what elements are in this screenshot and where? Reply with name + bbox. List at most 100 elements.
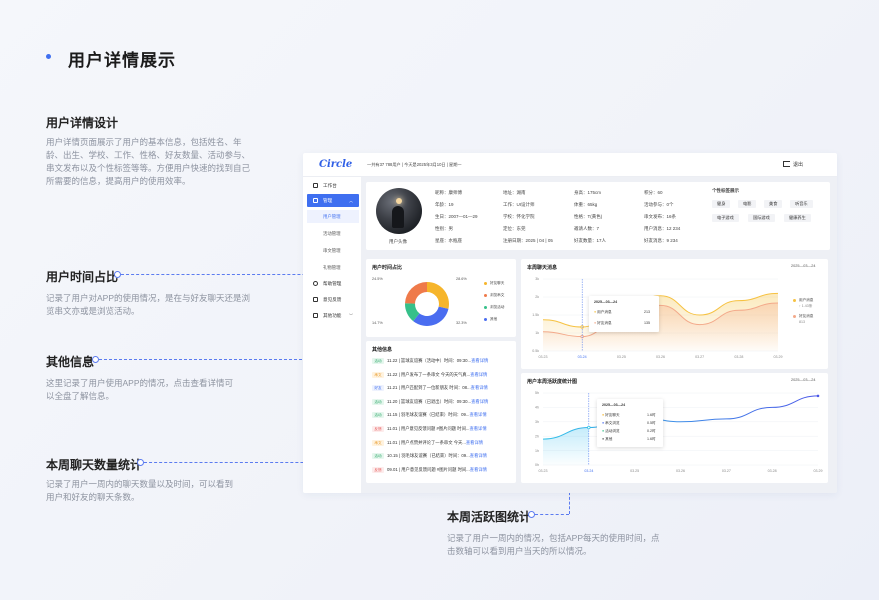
view-detail-link[interactable]: 查看详情	[470, 372, 487, 377]
app-window: Circle 一共有37 788用户 | 今天是2025年3月10日 | 星期一…	[303, 153, 837, 493]
date-select[interactable]: 2025—03—24	[791, 378, 816, 382]
view-detail-link[interactable]: 查看详情	[469, 412, 486, 417]
x-tick-label: 03.24	[584, 469, 593, 473]
field-address: 地址：湖南	[503, 190, 526, 195]
field-school: 学校：怀化学院	[503, 214, 535, 219]
status-badge: 串文	[372, 439, 384, 446]
legend-dot	[484, 306, 487, 309]
annotation-title-time-ratio: 用户时间占比	[46, 270, 119, 284]
logout-button[interactable]: 退出	[793, 161, 803, 168]
top-bar: Circle 一共有37 788用户 | 今天是2025年3月10日 | 星期一…	[303, 153, 837, 177]
status-badge: 反馈	[372, 426, 384, 432]
nav-feedback[interactable]: 意见反馈	[307, 293, 359, 306]
field-gender: 性别：男	[435, 226, 453, 231]
y-tick-label: 2h	[535, 434, 539, 438]
data-point[interactable]	[587, 425, 591, 430]
legend-label: 好友聊天	[490, 281, 505, 285]
chevron-down-icon: ﹀	[349, 313, 353, 318]
avatar	[376, 188, 422, 234]
list-item: 活动 11.15 | 羽毛球友谊赛（已结束）时间：09...查看详情	[372, 412, 487, 420]
annotation-title-chat: 本周聊天数量统计	[46, 458, 143, 472]
y-tick-label: 2k	[535, 295, 539, 299]
x-tick-label: 03.23	[539, 355, 548, 359]
tooltip-label: ● 好友聊天	[602, 413, 620, 417]
annotation-desc-time-ratio: 记录了用户对APP的使用情况，是在与好友聊天还是浏览串文亦或是浏览活动。	[46, 293, 251, 316]
view-detail-link[interactable]: 查看详情	[466, 440, 483, 445]
field-activity: 活动参与：0个	[644, 202, 674, 207]
y-tick-label: 1.5k	[532, 313, 539, 317]
connector-ring	[92, 356, 99, 363]
subnav-user[interactable]: 用户管理	[307, 210, 359, 223]
list-item-text: 09.01 | 用户意见反馈问题 #图片问题 时间...	[387, 466, 470, 472]
annotation-desc-other: 这里记录了用户使用APP的情况，点击查看详情可以全盘了解信息。	[46, 378, 234, 401]
pie-slice-其他[interactable]	[405, 282, 427, 304]
avatar-label: 用户头像	[389, 239, 407, 244]
tooltip-value: 0.5时	[647, 421, 656, 425]
nav-manage[interactable]: 管理 ︿	[307, 194, 359, 207]
chevron-up-icon: ︿	[349, 198, 353, 203]
nav-other[interactable]: 其他功能 ﹀	[307, 309, 359, 322]
list-item: 串文 11.22 | 用户发布了一条串文 今天的天气真...查看详情	[372, 371, 487, 380]
x-tick-label: 03.24	[578, 355, 587, 359]
subnav-post[interactable]: 串文管理	[307, 244, 359, 257]
time-ratio-title: 用户时间占比	[372, 265, 403, 271]
list-item-text: 11.22 | 用户发布了一条串文 今天的天气真...	[387, 371, 471, 377]
x-tick-label: 03.25	[630, 469, 639, 473]
list-item: 好友 11.21 | 用户匹配到了一位新朋友 时间：08...查看详情	[372, 385, 488, 393]
view-detail-link[interactable]: 查看详情	[471, 358, 488, 363]
nav-label: 其他功能	[323, 313, 342, 318]
active-tooltip: 2025—03—24 ● 好友聊天 1.6时 ● 串文浏览 0.5时 ● 活动浏…	[597, 399, 663, 447]
list-item-text: 11.20 | 篮球友谊赛（已退出）时间：09:30...	[387, 398, 472, 404]
field-zodiac: 星座：水瓶座	[435, 238, 462, 243]
view-detail-link[interactable]: 查看详情	[470, 453, 487, 458]
list-item: 活动 11.20 | 篮球友谊赛（已退出）时间：09:30...查看详情	[372, 398, 488, 407]
donut-chart	[405, 282, 449, 326]
tag-item: 健康养生	[784, 214, 811, 222]
tooltip-value: 213	[644, 310, 650, 314]
annotation-title-other: 其他信息	[46, 355, 95, 369]
x-tick-label: 03.26	[676, 469, 685, 473]
x-tick-label: 03.27	[695, 355, 704, 359]
tag-item: 美食	[764, 200, 783, 208]
tooltip-label: ● 串文浏览	[602, 421, 620, 425]
subnav-gift[interactable]: 礼物管理	[307, 261, 359, 274]
y-tick-label: 3h	[535, 420, 539, 424]
time-ratio-card: 用户时间占比 24.5% 28.6% 14.7% 32.3% 好友聊天 浏览串文…	[366, 259, 516, 337]
legend-dot	[484, 282, 487, 285]
list-item-text: 11.21 | 用户匹配到了一位新朋友 时间：08...	[387, 385, 471, 391]
legend-label: 浏览串文	[490, 293, 505, 297]
x-tick-label: 03.28	[768, 469, 777, 473]
pct-label: 24.5%	[372, 277, 383, 281]
connector-ring	[528, 511, 535, 518]
tooltip-value: 135	[644, 321, 650, 325]
subnav-activity[interactable]: 活动管理	[307, 227, 359, 240]
pie-slice-好友聊天[interactable]	[427, 282, 449, 309]
nav-workbench[interactable]: 工作台	[307, 179, 359, 192]
field-height: 身高：175cm	[574, 190, 602, 195]
chat-chart-title: 本周聊天消息	[527, 265, 558, 271]
x-tick-label: 03.23	[539, 469, 548, 473]
active-line-chart: 5h 4h 3h 2h 1h 0h03.23 03.24 03.25 03.26 03.27 03.…	[535, 391, 823, 473]
tooltip-date: 2025—03—24	[602, 403, 626, 407]
avatar-light	[396, 198, 402, 204]
tooltip-label: ● 用户消息	[594, 310, 612, 314]
nav-help[interactable]: 帮助管理	[307, 277, 359, 290]
tag-item: 听音乐	[790, 200, 813, 208]
view-detail-link[interactable]: 查看详情	[471, 385, 488, 390]
pie-slice-浏览串文[interactable]	[413, 306, 449, 326]
date-select[interactable]: 2025—03—24	[791, 264, 816, 268]
monitor-icon	[313, 183, 318, 188]
view-detail-link[interactable]: 查看详情	[471, 399, 488, 404]
annotation-desc-detail: 用户详情页面展示了用户的基本信息，包括姓名、年龄、出生、学校、工作、性格、好友数…	[46, 137, 251, 186]
connector-ring	[137, 459, 144, 466]
list-item-text: 11.01 | 用户意见反馈问题 #图片问题 时间...	[387, 426, 470, 431]
view-detail-link[interactable]: 查看详情	[469, 426, 486, 431]
data-point[interactable]	[816, 394, 820, 398]
avatar-figure	[392, 206, 404, 228]
view-detail-link[interactable]: 查看详情	[470, 467, 487, 472]
nav-label: 帮助管理	[323, 281, 342, 286]
app-logo[interactable]: Circle	[319, 159, 352, 170]
x-tick-label: 03.28	[734, 355, 743, 359]
list-item: 串文 11.01 | 用户点赞并评论了一条串文 今天...查看详情	[372, 439, 483, 448]
logout-icon[interactable]	[783, 161, 790, 167]
